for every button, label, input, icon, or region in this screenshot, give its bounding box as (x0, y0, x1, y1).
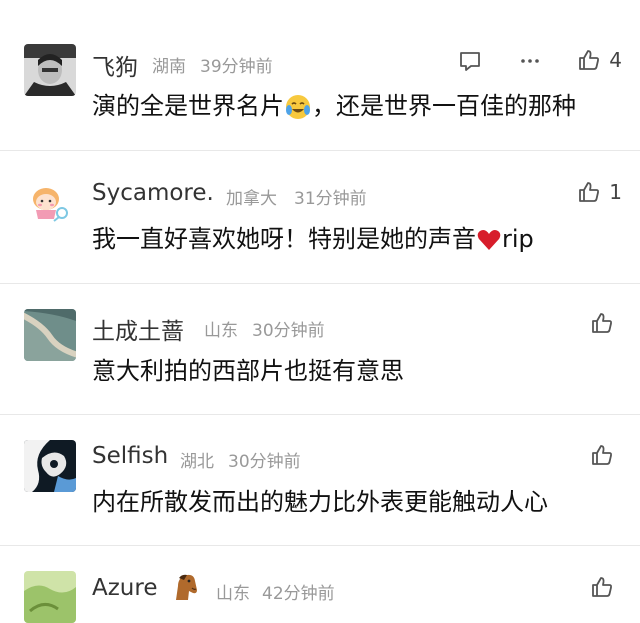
thumbs-up-icon (592, 577, 612, 597)
comment-text: 意大利拍的西部片也挺有意思 (92, 357, 404, 385)
like-button[interactable]: 4 (577, 48, 622, 72)
location: 湖南 (152, 57, 186, 77)
location: 山东 (204, 321, 238, 341)
comment-text: 内在所散发而出的魅力比外表更能触动人心 (92, 488, 548, 516)
comment-text: 演的全是世界名片 ，还是世界一百佳的那种 (92, 92, 576, 120)
username[interactable]: 土成土蔷 (92, 312, 184, 346)
divider (0, 150, 640, 151)
timestamp: 30分钟前 (228, 452, 301, 472)
thumbs-up-icon (579, 50, 600, 70)
timestamp: 42分钟前 (262, 584, 335, 604)
like-button[interactable] (590, 575, 622, 599)
username[interactable]: Sycamore. (92, 180, 214, 206)
cartoon-girl-avatar (24, 177, 76, 229)
red-heart-emoji (477, 230, 501, 250)
thumbs-up-icon (592, 313, 612, 333)
more-button[interactable] (518, 49, 542, 73)
green-landscape-avatar (24, 571, 76, 623)
divider (0, 283, 640, 284)
like-button[interactable] (590, 443, 622, 467)
thumbs-up-icon (592, 445, 612, 465)
location: 加拿大 (226, 189, 277, 209)
horse-emoji (176, 574, 197, 600)
more-icon (521, 59, 539, 63)
like-count: 4 (609, 48, 622, 72)
avatar[interactable] (24, 571, 76, 623)
comment-text: 我一直好喜欢她呀！特别是她的声音 rip (92, 225, 534, 253)
divider (0, 545, 640, 546)
thumbs-up-icon (579, 182, 600, 202)
timestamp: 30分钟前 (252, 321, 325, 341)
river-aerial-avatar (24, 309, 76, 361)
username[interactable]: Selfish (92, 443, 168, 469)
black-white-art-avatar (24, 440, 76, 492)
comment-icon (460, 52, 480, 71)
username[interactable]: 飞狗 (92, 48, 138, 82)
reply-button[interactable] (458, 49, 482, 73)
crying-laughing-emoji (286, 95, 310, 119)
like-button[interactable] (590, 311, 622, 335)
username[interactable]: Azure (92, 575, 158, 601)
like-count: 1 (609, 180, 622, 204)
timestamp: 31分钟前 (294, 189, 367, 209)
location: 山东 (216, 584, 250, 604)
location: 湖北 (180, 452, 214, 472)
avatar[interactable] (24, 44, 76, 96)
timestamp: 39分钟前 (200, 57, 273, 77)
divider (0, 414, 640, 415)
man-portrait-avatar (24, 44, 76, 96)
like-button[interactable]: 1 (577, 180, 622, 204)
avatar[interactable] (24, 177, 76, 229)
avatar[interactable] (24, 309, 76, 361)
avatar[interactable] (24, 440, 76, 492)
